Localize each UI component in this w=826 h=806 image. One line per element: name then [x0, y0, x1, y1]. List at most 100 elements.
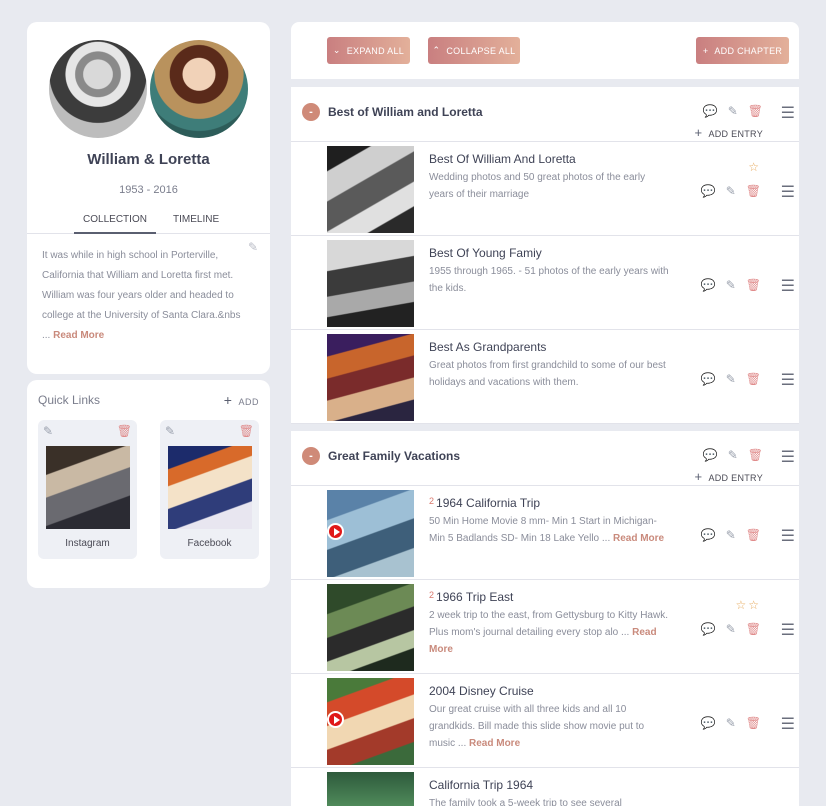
quick-links-add-label: ADD: [238, 397, 259, 407]
chevron-up-icon: ⌃: [432, 45, 441, 55]
trash-icon[interactable]: 🗑: [746, 528, 761, 542]
chapter-great-family-vacations: - Great Family Vacations 💬 ✎ 🗑 ☰ + ADD EN…: [291, 431, 799, 806]
comment-icon[interactable]: 💬: [701, 528, 716, 542]
entry-row[interactable]: 2004 Disney Cruise Our great cruise with…: [291, 674, 799, 768]
pencil-icon[interactable]: ✎: [726, 622, 736, 636]
trash-icon[interactable]: 🗑: [746, 184, 761, 198]
add-entry-button[interactable]: + ADD ENTRY: [695, 125, 763, 140]
profile-card: William & Loretta 1953 - 2016 COLLECTION…: [27, 22, 270, 374]
add-entry-button[interactable]: + ADD ENTRY: [695, 469, 763, 484]
read-more-link[interactable]: Read More: [613, 533, 664, 544]
entry-row[interactable]: Best As Grandparents Great photos from f…: [291, 330, 799, 424]
entry-thumbnail[interactable]: [327, 334, 414, 421]
comment-icon[interactable]: 💬: [703, 104, 718, 118]
comment-icon[interactable]: 💬: [701, 372, 716, 386]
play-icon[interactable]: [327, 711, 344, 728]
pencil-icon[interactable]: ✎: [726, 184, 736, 198]
entry-row[interactable]: Best Of William And Loretta Wedding phot…: [291, 142, 799, 236]
pencil-icon[interactable]: ✎: [726, 278, 736, 292]
pencil-icon[interactable]: ✎: [728, 448, 738, 462]
pencil-icon[interactable]: ✎: [43, 424, 53, 438]
entry-thumbnail[interactable]: [327, 584, 414, 671]
quick-links-add-button[interactable]: + ADD: [224, 392, 259, 408]
quick-link-facebook[interactable]: ✎ 🗑 Facebook: [160, 420, 259, 559]
star-icon[interactable]: ☆: [748, 160, 761, 174]
drag-handle-icon[interactable]: ☰: [781, 276, 795, 296]
expand-all-label: EXPAND ALL: [346, 45, 405, 56]
pencil-icon[interactable]: ✎: [165, 424, 175, 438]
trash-icon[interactable]: 🗑: [746, 372, 761, 386]
entry-title[interactable]: 2 1966 Trip East: [429, 590, 513, 604]
profile-bio-text: It was while in high school in Portervil…: [42, 250, 241, 341]
quick-links-title: Quick Links: [38, 393, 101, 407]
entry-thumbnail[interactable]: [327, 240, 414, 327]
drag-handle-icon[interactable]: ☰: [781, 447, 795, 467]
trash-icon[interactable]: 🗑: [117, 424, 132, 438]
pencil-icon[interactable]: ✎: [726, 716, 736, 730]
bio-read-more-link[interactable]: Read More: [53, 330, 104, 341]
entry-row[interactable]: 2 1966 Trip East 2 week trip to the east,…: [291, 580, 799, 674]
chapter-actions: 💬 ✎ 🗑: [703, 448, 763, 462]
chapter-title[interactable]: Best of William and Loretta: [328, 105, 483, 119]
entry-row[interactable]: 2 1964 California Trip 50 Min Home Movie …: [291, 486, 799, 580]
entry-row[interactable]: California Trip 1964 The family took a 5…: [291, 768, 799, 806]
trash-icon[interactable]: 🗑: [746, 622, 761, 636]
trash-icon[interactable]: 🗑: [748, 448, 763, 462]
entry-thumbnail[interactable]: [327, 772, 414, 806]
pencil-icon[interactable]: ✎: [726, 528, 736, 542]
trash-icon[interactable]: 🗑: [239, 424, 254, 438]
entry-title[interactable]: Best Of William And Loretta: [429, 152, 576, 166]
comment-icon[interactable]: 💬: [703, 448, 718, 462]
entry-actions: 💬 ✎ 🗑: [701, 716, 761, 730]
add-chapter-label: ADD CHAPTER: [714, 45, 783, 56]
pencil-icon[interactable]: ✎: [726, 372, 736, 386]
tab-collection[interactable]: COLLECTION: [74, 214, 156, 234]
profile-name: William & Loretta: [87, 151, 210, 168]
entry-title[interactable]: California Trip 1964: [429, 778, 533, 792]
entry-title[interactable]: 2 1964 California Trip: [429, 496, 540, 510]
chapter-title[interactable]: Great Family Vacations: [328, 449, 460, 463]
collapse-toggle-icon[interactable]: -: [302, 447, 320, 465]
avatar-william: [49, 40, 147, 138]
play-icon[interactable]: [327, 523, 344, 540]
comment-icon[interactable]: 💬: [701, 278, 716, 292]
add-chapter-button[interactable]: + ADD CHAPTER: [696, 37, 789, 64]
entry-row[interactable]: Best Of Young Famiy 1955 through 1965. -…: [291, 236, 799, 330]
quick-link-instagram[interactable]: ✎ 🗑 Instagram: [38, 420, 137, 559]
entry-description: 2 week trip to the east, from Gettysburg…: [429, 607, 669, 658]
entry-title[interactable]: Best As Grandparents: [429, 340, 546, 354]
chapter-header: - Best of William and Loretta 💬 ✎ 🗑 ☰ + A…: [291, 87, 799, 142]
drag-handle-icon[interactable]: ☰: [781, 370, 795, 390]
entry-title[interactable]: 2004 Disney Cruise: [429, 684, 534, 698]
edit-bio-icon[interactable]: ✎: [248, 240, 262, 254]
comment-icon[interactable]: 💬: [701, 622, 716, 636]
pencil-icon[interactable]: ✎: [728, 104, 738, 118]
chevron-down-icon: ⌄: [332, 45, 341, 55]
star-icon[interactable]: ☆☆: [735, 598, 761, 612]
read-more-link[interactable]: Read More: [469, 738, 520, 749]
comment-icon[interactable]: 💬: [701, 184, 716, 198]
entry-description: Great photos from first grandchild to so…: [429, 360, 666, 388]
expand-all-button[interactable]: ⌄ EXPAND ALL: [327, 37, 410, 64]
drag-handle-icon[interactable]: ☰: [781, 620, 795, 640]
profile-years: 1953 - 2016: [119, 184, 178, 196]
entry-count-badge: 2: [429, 590, 435, 600]
quick-link-label: Facebook: [187, 538, 232, 549]
plus-icon: +: [694, 469, 703, 484]
drag-handle-icon[interactable]: ☰: [781, 103, 795, 123]
comment-icon[interactable]: 💬: [701, 716, 716, 730]
trash-icon[interactable]: 🗑: [746, 278, 761, 292]
drag-handle-icon[interactable]: ☰: [781, 526, 795, 546]
tab-timeline-label: TIMELINE: [173, 214, 220, 225]
collapse-toggle-icon[interactable]: -: [302, 103, 320, 121]
collapse-all-button[interactable]: ⌃ COLLAPSE ALL: [428, 37, 520, 64]
drag-handle-icon[interactable]: ☰: [781, 714, 795, 734]
trash-icon[interactable]: 🗑: [746, 716, 761, 730]
tab-collection-label: COLLECTION: [83, 214, 147, 225]
entry-description-text: Our great cruise with all three kids and…: [429, 704, 645, 749]
tab-timeline[interactable]: TIMELINE: [173, 214, 219, 225]
entry-thumbnail[interactable]: [327, 146, 414, 233]
drag-handle-icon[interactable]: ☰: [781, 182, 795, 202]
entry-title[interactable]: Best Of Young Famiy: [429, 246, 542, 260]
trash-icon[interactable]: 🗑: [748, 104, 763, 118]
